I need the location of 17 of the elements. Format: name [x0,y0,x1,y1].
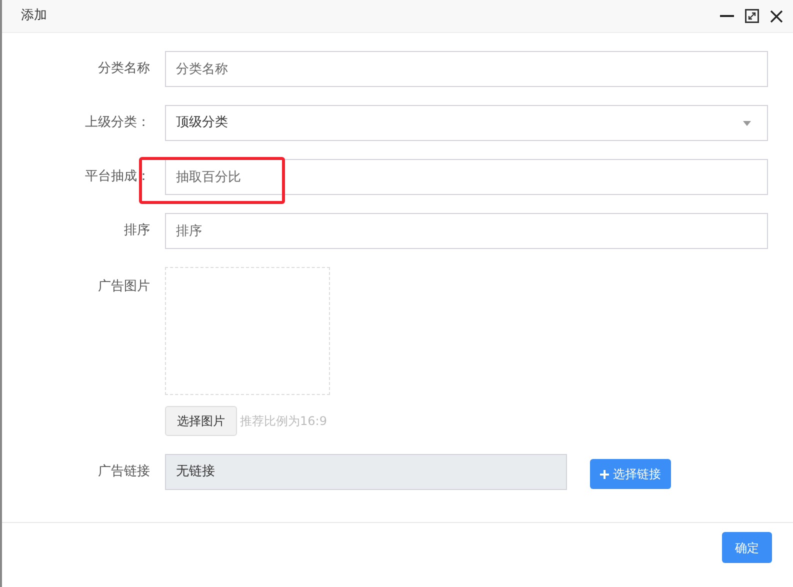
text-field[interactable]: 抽取百分比 [165,159,768,195]
select-field[interactable]: 顶级分类 [165,105,768,141]
window-title: 添加 [21,7,47,26]
plus-icon [600,470,609,478]
text-field[interactable]: 排序 [165,213,768,249]
caret-icon [743,120,751,126]
close-icon[interactable] [770,10,783,22]
text-field[interactable]: 分类名称 [165,51,768,87]
field-label: 排序 [124,223,150,238]
maximize-icon[interactable] [745,9,759,23]
field-label: 上级分类： [85,115,150,130]
hint-text: 推荐比例为16:9 [240,413,327,430]
field-label: 分类名称 [98,61,150,76]
field-label: 广告链接 [98,464,150,479]
choose-image-button[interactable]: 选择图片 [165,406,237,436]
field-label: 广告图片 [98,279,150,294]
field-label: 平台抽成： [85,169,150,184]
